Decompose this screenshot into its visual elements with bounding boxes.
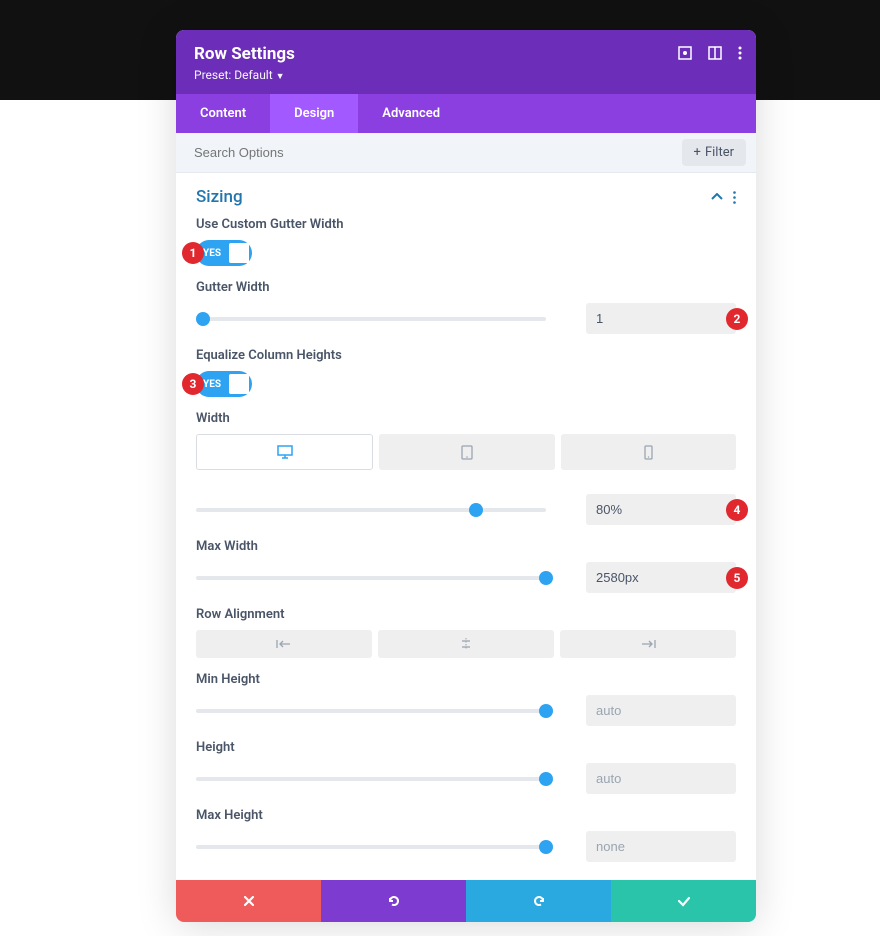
kebab-menu-icon[interactable] [733, 191, 736, 204]
tab-design[interactable]: Design [270, 94, 358, 133]
annotation-2: 2 [726, 308, 748, 330]
annotation-1: 1 [182, 242, 204, 264]
label-max-height: Max Height [196, 808, 736, 823]
tab-advanced[interactable]: Advanced [358, 94, 464, 133]
slider-max-width[interactable] [196, 576, 546, 580]
slider-width[interactable] [196, 508, 546, 512]
toggle-custom-gutter[interactable]: YES [196, 240, 252, 266]
toggle-equalize-heights[interactable]: YES [196, 371, 252, 397]
modal-footer [176, 880, 756, 922]
search-row: + Filter [176, 133, 756, 173]
input-gutter-width[interactable] [586, 303, 736, 334]
filter-button[interactable]: + Filter [682, 139, 746, 166]
label-row-alignment: Row Alignment [196, 607, 736, 622]
slider-height[interactable] [196, 777, 546, 781]
label-height: Height [196, 740, 736, 755]
device-tabs [196, 434, 736, 470]
input-max-height[interactable] [586, 831, 736, 862]
input-width[interactable] [586, 494, 736, 525]
label-gutter-width: Gutter Width [196, 280, 736, 295]
kebab-menu-icon[interactable] [738, 46, 742, 60]
alignment-tabs [196, 630, 736, 658]
settings-panel: Sizing Use Custom Gutter Width 1 YES Gut… [176, 173, 756, 880]
label-custom-gutter: Use Custom Gutter Width [196, 217, 736, 232]
device-tab-tablet[interactable] [379, 434, 554, 470]
input-height[interactable] [586, 763, 736, 794]
chevron-up-icon[interactable] [711, 193, 723, 201]
input-max-width[interactable] [586, 562, 736, 593]
annotation-3: 3 [182, 373, 204, 395]
columns-icon[interactable] [708, 46, 722, 60]
align-right-icon [640, 639, 656, 649]
align-center-icon [460, 638, 472, 650]
label-min-height: Min Height [196, 672, 736, 687]
section-title: Sizing [196, 187, 243, 207]
tablet-icon [461, 445, 473, 460]
tab-content[interactable]: Content [176, 94, 270, 133]
modal-header: Row Settings Preset: Default▼ [176, 30, 756, 94]
modal-title: Row Settings [194, 44, 738, 64]
input-min-height[interactable] [586, 695, 736, 726]
undo-button[interactable] [321, 880, 466, 922]
align-center-button[interactable] [378, 630, 554, 658]
slider-max-height[interactable] [196, 845, 546, 849]
row-settings-modal: Row Settings Preset: Default▼ Content De… [176, 30, 756, 922]
redo-icon [532, 894, 546, 908]
search-input[interactable] [176, 133, 682, 172]
expand-icon[interactable] [678, 46, 692, 60]
label-width: Width [196, 411, 736, 426]
align-left-button[interactable] [196, 630, 372, 658]
annotation-5: 5 [726, 567, 748, 589]
phone-icon [644, 445, 653, 460]
cancel-button[interactable] [176, 880, 321, 922]
align-left-icon [276, 639, 292, 649]
preset-selector[interactable]: Preset: Default▼ [194, 68, 738, 82]
slider-min-height[interactable] [196, 709, 546, 713]
annotation-4: 4 [726, 499, 748, 521]
plus-icon: + [694, 145, 701, 160]
caret-down-icon: ▼ [276, 72, 285, 82]
label-equalize: Equalize Column Heights [196, 348, 736, 363]
device-tab-desktop[interactable] [196, 434, 373, 470]
label-max-width: Max Width [196, 539, 736, 554]
desktop-icon [277, 445, 293, 459]
redo-button[interactable] [466, 880, 611, 922]
slider-gutter-width[interactable] [196, 317, 546, 321]
save-button[interactable] [611, 880, 756, 922]
section-header: Sizing [196, 187, 736, 207]
check-icon [677, 896, 691, 907]
close-icon [243, 895, 255, 907]
tabs: Content Design Advanced [176, 94, 756, 133]
align-right-button[interactable] [560, 630, 736, 658]
device-tab-phone[interactable] [561, 434, 736, 470]
undo-icon [387, 894, 401, 908]
